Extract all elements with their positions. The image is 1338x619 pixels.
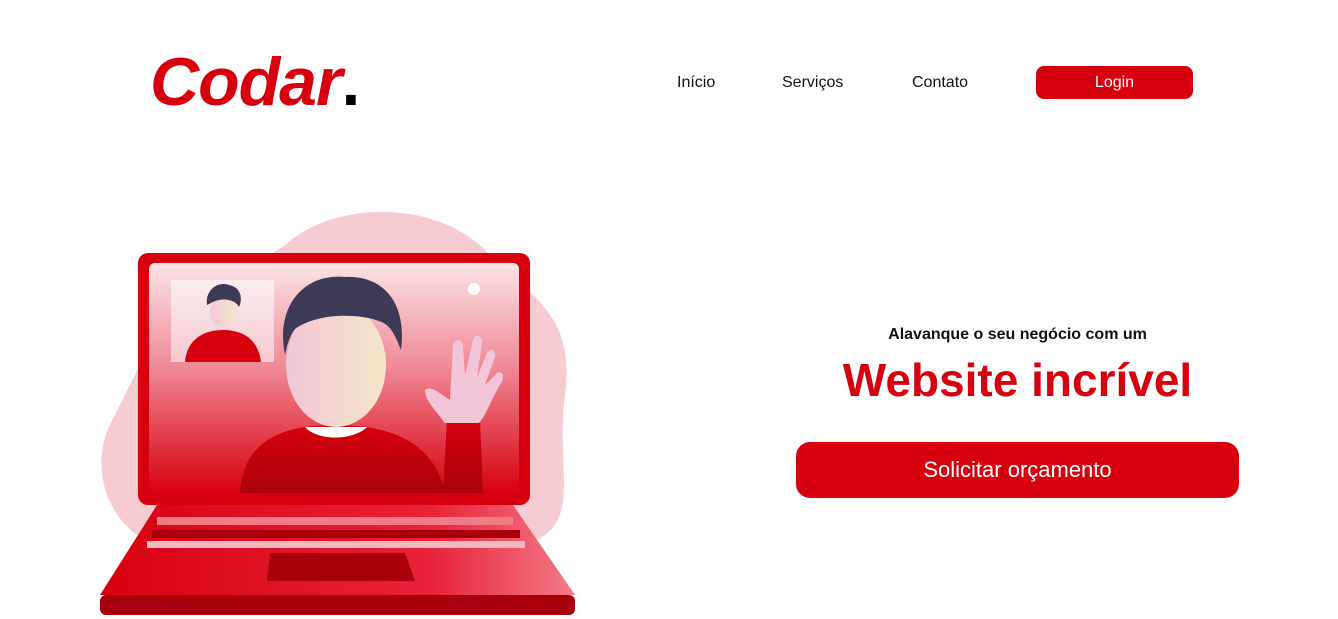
laptop-base-edge	[100, 595, 575, 615]
nav-link-contato[interactable]: Contato	[912, 74, 968, 92]
login-button[interactable]: Login	[1036, 66, 1193, 99]
request-quote-button[interactable]: Solicitar orçamento	[796, 442, 1239, 498]
hero-headline: Website incrível	[842, 354, 1193, 406]
brand-logo[interactable]: Codar.	[150, 42, 360, 122]
brand-name: Codar	[150, 44, 342, 120]
video-call-laptop-illustration	[100, 211, 575, 615]
landing-page: Codar. Início Serviços Contato Login Ala…	[0, 0, 1338, 619]
person-arm	[443, 420, 483, 493]
keyboard-row-3	[147, 541, 525, 548]
keyboard-row-2	[152, 530, 520, 538]
brand-dot: .	[341, 44, 360, 120]
trackpad	[267, 553, 415, 581]
hero-text: Alavanque o seu negócio com um Website i…	[796, 322, 1239, 408]
nav-link-inicio[interactable]: Início	[677, 74, 715, 92]
camera-dot	[468, 283, 480, 295]
hero-tagline: Alavanque o seu negócio com um	[888, 326, 1147, 343]
keyboard-row-1	[157, 517, 513, 525]
nav-link-servicos[interactable]: Serviços	[782, 74, 843, 92]
